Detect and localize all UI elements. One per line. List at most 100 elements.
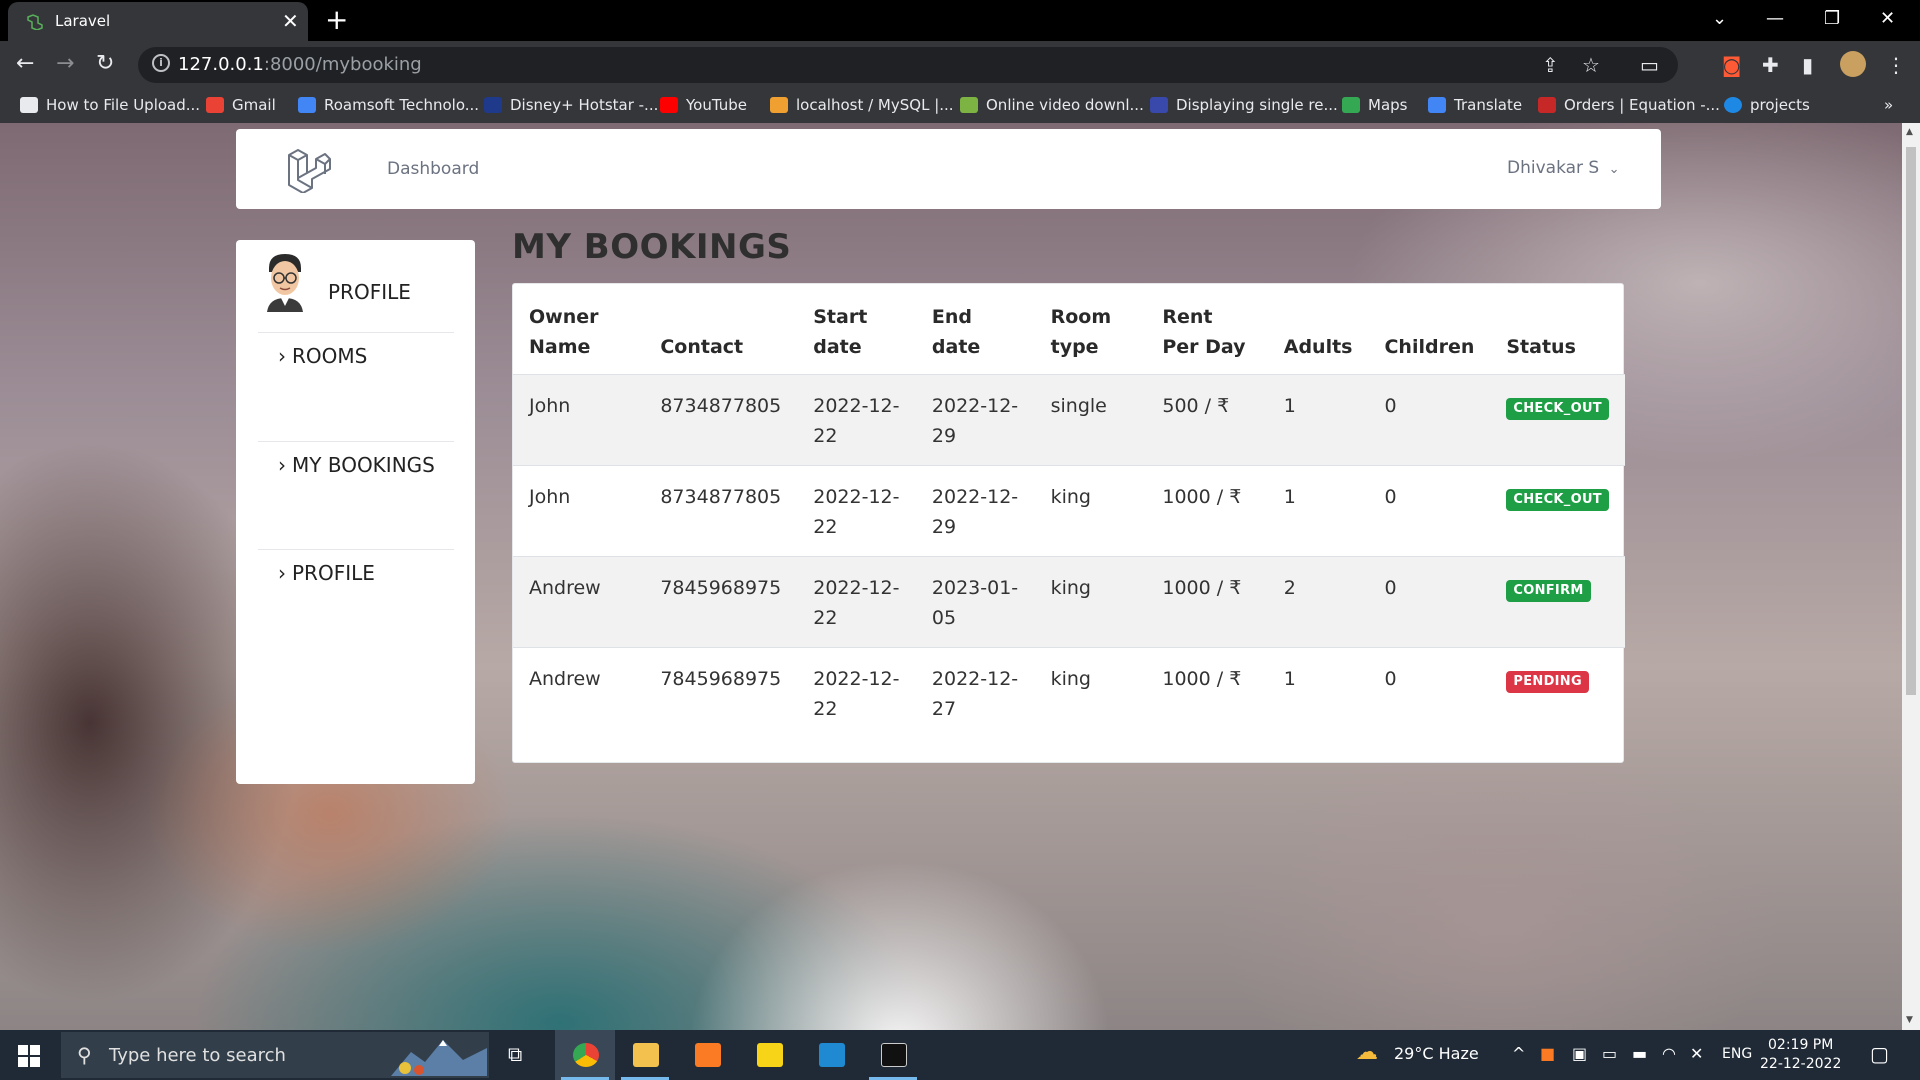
browser-tab[interactable]: Laravel ✕ <box>8 2 308 41</box>
chevron-right-icon: › <box>278 453 286 477</box>
vscode-icon <box>819 1043 845 1067</box>
cell-adults: 2 <box>1267 555 1369 647</box>
task-view-icon[interactable]: ⧉ <box>508 1042 522 1066</box>
display-icon[interactable]: ▭ <box>1602 1044 1617 1063</box>
extensions-puzzle-icon[interactable]: ✚ <box>1762 53 1779 77</box>
divider <box>258 549 454 550</box>
table-header-row: Owner Name Contact Start date End date R… <box>513 284 1625 374</box>
dashboard-link[interactable]: Dashboard <box>387 159 479 179</box>
cast-icon[interactable]: ▭ <box>1640 53 1659 77</box>
status-badge: CHECK_OUT <box>1506 488 1609 511</box>
xampp-tray-icon[interactable]: ■ <box>1540 1044 1555 1063</box>
tab-close-icon[interactable]: ✕ <box>282 9 299 33</box>
bookmark-item[interactable]: Orders | Equation -... <box>1538 96 1720 114</box>
sidebar-item-my-bookings[interactable]: › MY BOOKINGS <box>278 453 435 477</box>
menu-kebab-icon[interactable]: ⋮ <box>1886 53 1906 77</box>
cell-end-date: 2022-12-29 <box>915 373 1035 465</box>
restore-icon[interactable]: ❐ <box>1824 8 1840 30</box>
bookmark-item[interactable]: localhost / MySQL |... <box>770 96 954 114</box>
url-text[interactable]: 127.0.0.1:8000/mybooking <box>178 54 422 75</box>
bookmark-item[interactable]: Translate <box>1428 96 1522 114</box>
taskbar-xampp[interactable] <box>677 1030 737 1080</box>
more-bookmarks-icon[interactable]: » <box>1884 96 1893 114</box>
user-dropdown[interactable]: Dhivakar S ⌄ <box>1507 158 1620 178</box>
page-scrollbar[interactable]: ▲ ▼ <box>1902 123 1920 1030</box>
laravel-logo-icon[interactable] <box>286 147 332 193</box>
taskbar-terminal[interactable] <box>863 1030 923 1080</box>
bookmark-item[interactable]: Disney+ Hotstar -... <box>484 96 658 114</box>
windows-start-icon[interactable] <box>18 1045 40 1067</box>
scroll-up-icon[interactable]: ▲ <box>1906 127 1913 137</box>
weather-icon[interactable]: ☁ <box>1356 1040 1378 1065</box>
bookmark-star-icon[interactable]: ☆ <box>1582 53 1600 77</box>
profile-heading: PROFILE <box>328 280 411 304</box>
taskbar-chrome[interactable] <box>555 1030 615 1080</box>
taskbar-search-box[interactable]: ⚲ Type here to search <box>61 1032 489 1078</box>
bookmark-item[interactable]: projects <box>1724 96 1810 114</box>
bookmark-item[interactable]: YouTube <box>660 96 747 114</box>
cell-status: PENDING <box>1490 646 1625 738</box>
bookmark-item[interactable]: Online video downl... <box>960 96 1144 114</box>
sidebar-item-profile[interactable]: › PROFILE <box>278 561 375 585</box>
cell-status: CHECK_OUT <box>1490 464 1625 556</box>
cell-end-date: 2023-01-05 <box>915 555 1035 647</box>
chevron-right-icon: › <box>278 344 286 368</box>
cell-rent: 1000 / ₹ <box>1146 646 1268 738</box>
table-row: Andrew 7845968975 2022-12-22 2023-01-05 … <box>513 555 1625 647</box>
site-icon <box>1150 97 1168 113</box>
tab-search-icon[interactable]: ⌄ <box>1712 8 1727 30</box>
cell-contact: 8734877805 <box>644 464 798 556</box>
taskbar-sticky-notes[interactable] <box>739 1030 799 1080</box>
scrollbar-thumb[interactable] <box>1906 147 1916 695</box>
bookmark-item[interactable]: Roamsoft Technolo... <box>298 96 479 114</box>
table-row: Andrew 7845968975 2022-12-22 2022-12-27 … <box>513 646 1625 738</box>
column-header-children: Children <box>1384 335 1475 358</box>
weather-text[interactable]: 29°C Haze <box>1394 1044 1479 1063</box>
search-highlight-image-icon <box>391 1040 487 1076</box>
projects-icon <box>1724 97 1742 113</box>
new-tab-icon[interactable]: + <box>325 5 348 35</box>
roamsoft-icon <box>298 97 316 113</box>
xampp-icon <box>695 1043 721 1067</box>
battery-icon[interactable]: ▬ <box>1632 1044 1647 1063</box>
column-header-rent-per-day: Rent Per Day <box>1162 305 1246 358</box>
browser-toolbar: ← → ↻ i 127.0.0.1:8000/mybooking ⇪ ☆ ▭ ◙… <box>0 41 1920 89</box>
back-icon[interactable]: ← <box>16 51 34 77</box>
bookmark-item[interactable]: How to File Upload... <box>20 96 200 114</box>
hotstar-icon <box>484 97 502 113</box>
address-bar[interactable]: i 127.0.0.1:8000/mybooking ⇪ ☆ <box>138 47 1678 83</box>
search-placeholder: Type here to search <box>109 1045 286 1066</box>
bookmark-item[interactable]: Displaying single re... <box>1150 96 1338 114</box>
bookmark-item[interactable]: Maps <box>1342 96 1407 114</box>
wifi-icon[interactable]: ◠ <box>1662 1044 1676 1063</box>
meet-now-icon[interactable]: ▣ <box>1572 1044 1587 1063</box>
cell-contact: 7845968975 <box>644 646 798 738</box>
taskbar-file-explorer[interactable] <box>615 1030 675 1080</box>
column-header-owner-name: Owner Name <box>529 305 599 358</box>
clock[interactable]: 02:19 PM 22-12-2022 <box>1760 1036 1841 1074</box>
reload-icon[interactable]: ↻ <box>96 51 114 77</box>
gmail-icon <box>206 97 224 113</box>
bookmark-item[interactable]: Gmail <box>206 96 276 114</box>
maps-icon <box>1342 97 1360 113</box>
clock-date: 22-12-2022 <box>1760 1056 1842 1072</box>
url-path: :8000/mybooking <box>263 54 422 75</box>
scroll-down-icon[interactable]: ▼ <box>1906 1015 1913 1025</box>
close-window-icon[interactable]: ✕ <box>1880 8 1895 30</box>
mute-icon[interactable]: ✕ <box>1690 1044 1703 1063</box>
chevron-up-icon[interactable]: ^ <box>1512 1044 1525 1063</box>
language-indicator[interactable]: ENG <box>1722 1046 1752 1062</box>
forward-icon[interactable]: → <box>56 51 74 77</box>
minimize-icon[interactable]: — <box>1766 8 1784 30</box>
taskbar-vscode[interactable] <box>801 1030 861 1080</box>
extension-record-icon[interactable]: ◙ <box>1722 53 1741 77</box>
site-info-icon[interactable]: i <box>152 54 170 72</box>
notifications-icon[interactable]: ▢ <box>1870 1042 1889 1066</box>
profile-avatar-icon[interactable] <box>1840 51 1866 77</box>
share-icon[interactable]: ⇪ <box>1542 53 1559 77</box>
sidebar-item-rooms[interactable]: › ROOMS <box>278 344 367 368</box>
side-panel-icon[interactable]: ▮ <box>1802 53 1813 77</box>
tab-title: Laravel <box>55 12 111 30</box>
cell-room-type: king <box>1034 464 1147 556</box>
sidebar-item-label: ROOMS <box>292 344 368 368</box>
